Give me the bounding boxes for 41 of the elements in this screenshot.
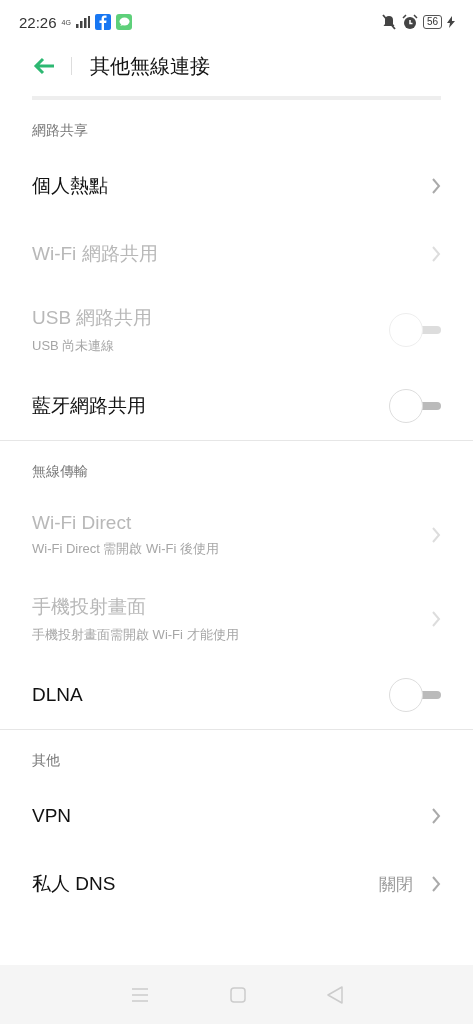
section-header: 其他 xyxy=(32,751,61,770)
row-subtitle: 手機投射畫面需開啟 Wi-Fi 才能使用 xyxy=(32,626,239,644)
toggle-switch[interactable] xyxy=(389,678,441,712)
chevron-icon xyxy=(431,245,441,263)
row-label: DLNA xyxy=(32,684,83,706)
app-notification-icon xyxy=(94,14,111,30)
row-label: Wi-Fi Direct xyxy=(32,512,133,534)
chevron-icon xyxy=(431,875,441,893)
chevron-icon xyxy=(431,807,441,825)
section-header: 網路共享 xyxy=(32,121,89,140)
settings-row[interactable]: VPN xyxy=(32,782,441,850)
toggle-switch[interactable] xyxy=(389,389,441,423)
chevron-icon xyxy=(431,610,441,628)
back-triangle-icon[interactable] xyxy=(326,985,343,1004)
row-subtitle: Wi-Fi Direct 需開啟 Wi-Fi 後使用 xyxy=(32,540,220,558)
clock-text: 22:26 xyxy=(19,13,57,31)
settings-row[interactable]: 個人熱點 xyxy=(32,152,441,220)
signal-icon xyxy=(75,16,90,28)
settings-row[interactable]: 藍牙網路共用 xyxy=(32,372,441,440)
row-label: 藍牙網路共用 xyxy=(32,394,146,418)
row-label: USB 網路共用 xyxy=(32,306,153,330)
value-text: 關閉 xyxy=(379,873,413,896)
row-label: 手機投射畫面 xyxy=(32,595,147,619)
battery-level: 56 xyxy=(422,15,442,29)
settings-row[interactable]: 私人 DNS 關閉 xyxy=(32,850,441,918)
chevron-icon xyxy=(431,526,441,544)
settings-row[interactable]: DLNA xyxy=(32,661,441,729)
chat-app-icon xyxy=(115,14,132,30)
page-title: 其他無線連接 xyxy=(90,53,210,79)
chevron-icon xyxy=(431,177,441,195)
row-subtitle: USB 尚未連線 xyxy=(32,337,116,355)
row-label: VPN xyxy=(32,805,72,827)
alarm-clock-icon xyxy=(401,14,418,30)
section-header: 無線傳輸 xyxy=(32,462,89,481)
row-label: 私人 DNS xyxy=(32,872,116,896)
row-label: Wi-Fi 網路共用 xyxy=(32,242,158,266)
mute-bell-icon xyxy=(380,14,397,30)
back-arrow-icon[interactable] xyxy=(33,57,55,75)
menu-icon[interactable] xyxy=(130,987,149,1002)
home-square-icon[interactable] xyxy=(229,986,246,1003)
row-label: 個人熱點 xyxy=(32,174,108,198)
